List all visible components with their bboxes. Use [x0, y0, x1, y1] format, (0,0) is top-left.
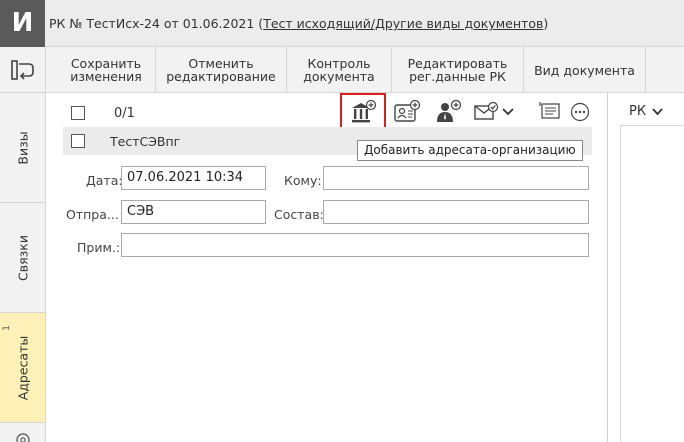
comment-button[interactable]: [538, 100, 562, 124]
more-button[interactable]: [569, 101, 591, 123]
rk-label: РК: [629, 104, 647, 119]
scrollbar[interactable]: [592, 93, 606, 442]
document-type-button[interactable]: Вид документа: [524, 47, 646, 93]
add-person-button[interactable]: [434, 99, 462, 125]
date-label: Дата:: [86, 173, 123, 188]
to-label: Кому:: [284, 173, 322, 188]
tab-addressees-label: Адресаты: [15, 335, 30, 400]
email-check-icon: [474, 101, 499, 120]
sender-label: Отпра...: [66, 207, 119, 222]
more-icon: [570, 102, 590, 122]
tooltip: Добавить адресата-организацию: [357, 140, 583, 161]
email-button[interactable]: [473, 100, 499, 124]
date-field[interactable]: 07.06.2021 10:34: [121, 166, 266, 190]
cancel-edit-button[interactable]: Отменить редактирование: [156, 47, 287, 93]
add-contact-button[interactable]: [393, 99, 421, 125]
email-dropdown-button[interactable]: [500, 104, 516, 120]
panel-divider[interactable]: [607, 93, 608, 442]
composition-label: Состав:: [274, 207, 324, 222]
return-icon: [10, 60, 34, 80]
tab-addressees[interactable]: 1 Адресаты: [0, 313, 45, 423]
sender-field[interactable]: СЭВ: [121, 200, 266, 224]
rk-panel: [620, 125, 684, 442]
tab-links[interactable]: Связки: [0, 203, 45, 313]
comment-icon: [539, 102, 560, 119]
title-prefix: РК № ТестИсх-24 от 01.06.2021 (: [49, 16, 264, 31]
select-all-checkbox[interactable]: [71, 106, 85, 120]
side-tabs: Визы Связки 1 Адресаты: [0, 93, 46, 442]
tab-links-label: Связки: [15, 234, 30, 281]
tab-visas-label: Визы: [15, 130, 30, 165]
settings-gear-icon[interactable]: [14, 429, 32, 442]
title-suffix: ): [543, 16, 549, 31]
tab-addressees-count: 1: [1, 325, 12, 331]
composition-field[interactable]: [323, 200, 589, 224]
chevron-down-icon: [652, 107, 663, 115]
app-logo: И: [0, 0, 45, 47]
edit-reg-data-button[interactable]: Редактировать рег.данные РК: [392, 47, 524, 93]
chevron-down-icon: [502, 108, 514, 116]
rk-dropdown[interactable]: РК: [629, 104, 663, 119]
highlight-frame: [340, 93, 386, 130]
toolbar: Сохранить изменения Отменить редактирова…: [0, 47, 684, 93]
add-contact-card-icon: [394, 99, 421, 122]
tab-visas[interactable]: Визы: [0, 93, 45, 203]
save-changes-button[interactable]: Сохранить изменения: [57, 47, 156, 93]
list-item-name: ТестСЭВпг: [110, 134, 181, 149]
add-person-icon: [437, 99, 462, 122]
note-field[interactable]: [121, 233, 589, 257]
list-item-checkbox[interactable]: [71, 134, 85, 148]
note-label: Прим.:: [77, 240, 121, 255]
document-type-link[interactable]: Тест исходящий/Другие виды документов: [263, 16, 543, 31]
to-field[interactable]: [323, 166, 589, 190]
back-button[interactable]: [0, 47, 46, 93]
document-title: РК № ТестИсх-24 от 01.06.2021 (Тест исхо…: [49, 16, 548, 31]
title-bar: И РК № ТестИсх-24 от 01.06.2021 (Тест ис…: [0, 0, 684, 47]
selection-counter: 0/1: [114, 106, 135, 121]
document-control-button[interactable]: Контроль документа: [287, 47, 392, 93]
